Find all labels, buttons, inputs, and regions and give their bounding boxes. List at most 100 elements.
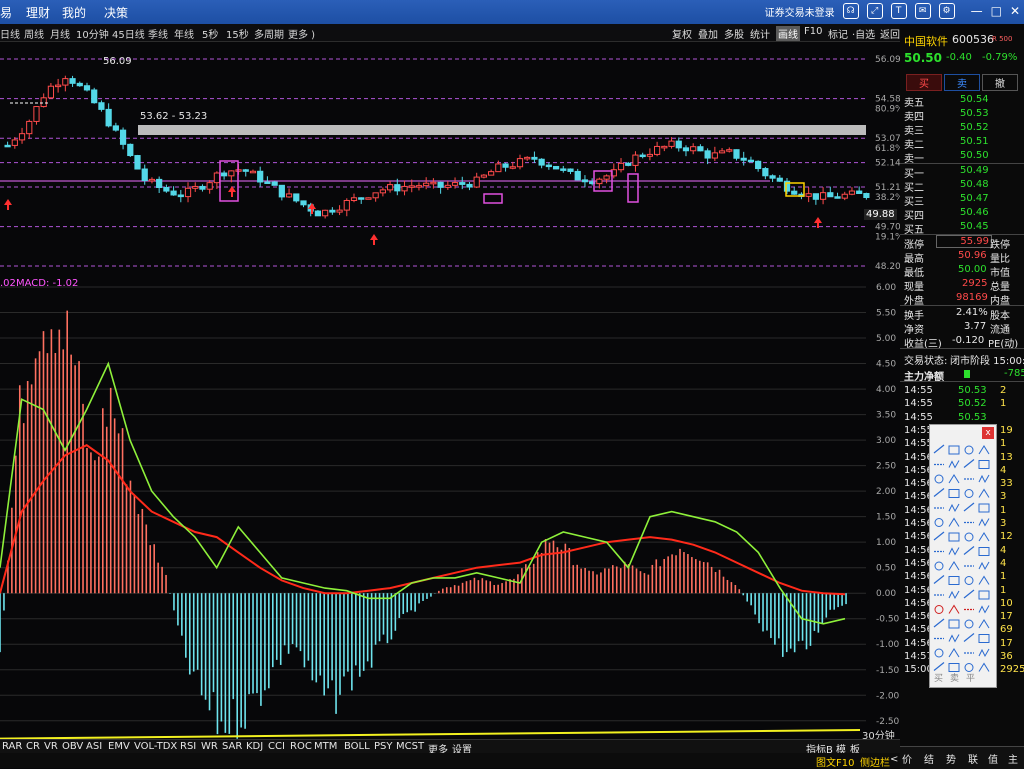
f10-button[interactable]: F10 (804, 26, 822, 37)
tick-time: 14:55 (904, 411, 933, 423)
bid1-price[interactable]: 50.49 (960, 165, 989, 176)
collapse-arrow-icon[interactable]: < (890, 754, 898, 765)
close-icon[interactable]: ✕ (1010, 4, 1020, 18)
tab-roc[interactable]: ROC (290, 741, 312, 752)
drawing-tool-icon (964, 489, 974, 498)
tick-volume: 1 (1000, 504, 1007, 516)
cancel-order-button[interactable]: 撤 (982, 74, 1018, 91)
menu-item-finance[interactable]: 理财 (26, 4, 50, 21)
multi-stock-button[interactable]: 多股 (724, 26, 744, 41)
tab-price[interactable]: 价 (902, 751, 912, 766)
period-5sec[interactable]: 5秒 (202, 26, 218, 41)
ask3-price[interactable]: 50.52 (960, 122, 989, 133)
tab-psy[interactable]: PSY (374, 741, 393, 752)
tab-rsi[interactable]: RSI (180, 741, 196, 752)
period-year[interactable]: 年线 (174, 26, 194, 41)
palette-flat-label: 平 (966, 674, 976, 684)
menu-item-decision[interactable]: 决策 (104, 4, 128, 21)
candle-body (509, 166, 516, 169)
ask2-price[interactable]: 50.51 (960, 136, 989, 147)
candle-body (827, 192, 834, 198)
drawing-tools-palette[interactable]: x 买 卖 平 (929, 424, 997, 688)
period-45day[interactable]: 45日线 (112, 26, 145, 41)
tab-vr[interactable]: VR (44, 741, 58, 752)
ticks-divider (900, 381, 1024, 382)
draw-line-button[interactable]: 画线 (776, 26, 800, 41)
period-week[interactable]: 周线 (24, 26, 44, 41)
ask4-price[interactable]: 50.53 (960, 108, 989, 119)
palette-close-icon[interactable]: x (982, 427, 994, 439)
overlay-button[interactable]: 叠加 (698, 26, 718, 41)
sell-button[interactable]: 卖 (944, 74, 980, 91)
price-axis-label: 48.20 (875, 262, 900, 272)
bid3-price[interactable]: 50.47 (960, 193, 989, 204)
tab-sar[interactable]: SAR (222, 741, 242, 752)
bid5-price[interactable]: 50.45 (960, 221, 989, 232)
period-10min[interactable]: 10分钟 (76, 26, 109, 41)
candle-body (249, 170, 257, 174)
gear-icon[interactable]: ⚙ (938, 3, 955, 19)
tab-cr[interactable]: CR (26, 741, 40, 752)
period-more[interactable]: 更多 ) (288, 26, 315, 41)
minimize-icon[interactable]: — (971, 4, 983, 18)
tab-asi[interactable]: ASI (86, 741, 102, 752)
candle-body (480, 174, 488, 178)
sidebar-status[interactable]: 侧边栏 (860, 754, 890, 769)
drawing-tool-icon (933, 531, 945, 541)
candlestick-macd-chart[interactable]: 56.09 54.5880.9% 53.0761.8% 52.14 51.2138.2%… (0, 41, 900, 739)
tab-cci[interactable]: CCI (268, 741, 285, 752)
tab-structure[interactable]: 结 (924, 751, 934, 766)
ask1-price[interactable]: 50.50 (960, 150, 989, 161)
tab-boll[interactable]: BOLL (344, 741, 370, 752)
message-icon[interactable]: ✉ (914, 3, 931, 19)
bid2-price[interactable]: 50.48 (960, 179, 989, 190)
period-15sec[interactable]: 15秒 (226, 26, 249, 41)
tab-trend[interactable]: 势 (946, 751, 956, 766)
candle-body (733, 149, 740, 159)
maximize-icon[interactable]: □ (991, 4, 1002, 18)
tab-linked[interactable]: 联 (968, 751, 978, 766)
tab-wr[interactable]: WR (201, 741, 218, 752)
price-axis-label: 53.07 (875, 134, 900, 144)
menu-item-mine[interactable]: 我的 (62, 4, 86, 21)
mark-button[interactable]: 标记 (828, 26, 848, 41)
restore-rights-button[interactable]: 复权 (672, 26, 692, 41)
period-day[interactable]: 日线 (0, 26, 20, 41)
drawing-tool-icon (978, 474, 990, 484)
tab-mtm[interactable]: MTM (314, 741, 337, 752)
drawing-tool-grid[interactable] (930, 441, 996, 681)
f10-status[interactable]: 图文F10 (816, 754, 854, 769)
tab-kdj[interactable]: KDJ (246, 741, 263, 752)
tab-rar[interactable]: RAR (2, 741, 22, 752)
candle-body (415, 185, 423, 188)
period-quarter[interactable]: 季线 (148, 26, 168, 41)
expand-icon[interactable]: ⤢ (866, 3, 883, 19)
drawing-tool-icon (933, 488, 945, 497)
candle-body (841, 193, 848, 199)
buy-button[interactable]: 买 (906, 74, 942, 91)
tab-main[interactable]: 主 (1008, 751, 1018, 766)
candle-body (863, 192, 870, 199)
statistics-button[interactable]: 统计 (750, 26, 770, 41)
self-select-button[interactable]: ·自选 (852, 26, 875, 41)
tab-obv[interactable]: OBV (62, 741, 83, 752)
tab-vol-tdx[interactable]: VOL-TDX (134, 741, 177, 752)
drawing-tool-icon (948, 576, 960, 585)
shirt-icon[interactable]: T (890, 3, 907, 19)
trade-login-status[interactable]: 证券交易未登录 (765, 4, 835, 19)
tab-value[interactable]: 值 (988, 751, 998, 766)
headset-icon[interactable]: ☊ (842, 3, 859, 19)
candle-body (682, 147, 690, 152)
ask5-price[interactable]: 50.54 (960, 94, 989, 105)
menu-item-partial[interactable]: 易 (0, 4, 12, 21)
stats2-divider (900, 305, 1024, 306)
period-multi[interactable]: 多周期 (254, 26, 284, 41)
period-month[interactable]: 月线 (50, 26, 70, 41)
drawing-tool-icon (948, 547, 960, 556)
drawing-tool-icon (978, 662, 990, 672)
bid4-price[interactable]: 50.46 (960, 207, 989, 218)
candle-body (516, 158, 524, 168)
tab-mcst[interactable]: MCST (396, 741, 424, 752)
back-button[interactable]: 返回 (880, 26, 900, 41)
tab-emv[interactable]: EMV (108, 741, 130, 752)
